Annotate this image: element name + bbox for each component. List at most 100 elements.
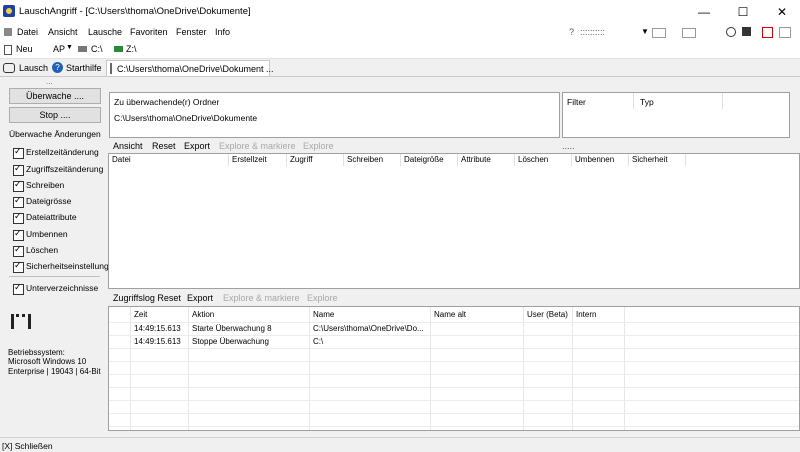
column-header[interactable]: Name alt	[431, 309, 523, 321]
menu-info[interactable]: Info	[215, 27, 230, 37]
checkbox-subfolders[interactable]	[13, 282, 24, 295]
grid-line	[523, 307, 524, 430]
tab-path-label: C:\Users\thoma\OneDrive\Dokument ...	[117, 63, 274, 74]
column-header[interactable]: Attribute	[458, 154, 515, 166]
grid-line	[572, 307, 573, 430]
column-header[interactable]: Name	[310, 309, 430, 321]
new-button[interactable]: Neu	[16, 44, 33, 54]
status-bar: [X] Schließen	[0, 437, 800, 452]
checkbox-erstellzeit[interactable]	[13, 146, 24, 159]
filter-panel: Filter Typ	[562, 92, 790, 138]
toolbar-dots: .....	[562, 141, 575, 151]
checkbox-zugriffszeit[interactable]	[13, 163, 24, 176]
checkbox-umbennen[interactable]	[13, 228, 24, 241]
checkbox-label: Sicherheitseinstellung	[26, 261, 109, 271]
menu-favoriten[interactable]: Favoriten	[130, 27, 168, 37]
grid-line	[109, 413, 799, 414]
indicator-icon	[11, 314, 31, 329]
tab-lausch[interactable]: Lausch	[3, 60, 48, 75]
watch-changes-label: Überwache Änderungen	[9, 129, 101, 139]
grid-line	[109, 374, 799, 375]
checkbox-label: Zugriffszeitänderung	[26, 164, 104, 174]
column-header[interactable]: Löschen	[515, 154, 572, 166]
divider	[722, 93, 723, 109]
checkbox-label: Dateigrösse	[26, 196, 72, 206]
tab-starthilfe[interactable]: ? Starthilfe	[52, 60, 102, 75]
menu-ansicht[interactable]: Ansicht	[48, 27, 78, 37]
view-button[interactable]: Ansicht	[113, 141, 143, 151]
ap-dropdown[interactable]: AP	[53, 44, 65, 54]
monitor-icon[interactable]	[779, 27, 791, 38]
minimize-button[interactable]: —	[690, 0, 718, 24]
save-icon[interactable]	[742, 27, 751, 36]
explore-mark-button[interactable]: Explore & markiere	[219, 141, 296, 151]
tab-path[interactable]: C:\Users\thoma\OneDrive\Dokument ...	[106, 60, 274, 76]
log-action-cell: Starte Überwachung 8	[192, 324, 272, 333]
checkbox-label: Erstellzeitänderung	[26, 147, 99, 157]
window-tile-icon[interactable]	[652, 28, 666, 38]
checkbox-label: Umbennen	[26, 229, 68, 239]
watch-button[interactable]: Überwache ....	[9, 88, 101, 104]
column-header[interactable]: User (Beta)	[524, 309, 572, 321]
os-edition: Enterprise | 19043 | 64-Bit	[8, 367, 101, 376]
column-header[interactable]: Schreiben	[344, 154, 401, 166]
column-header[interactable]: Zeit	[131, 309, 188, 321]
column-header[interactable]: Sicherheit	[629, 154, 686, 166]
drive-z-button[interactable]: Z:\	[126, 44, 137, 54]
maximize-button[interactable]: ☐	[729, 0, 757, 24]
divider	[9, 276, 100, 277]
grid-line	[109, 426, 799, 427]
menu-fenster[interactable]: Fenster	[176, 27, 207, 37]
chevron-down-icon[interactable]: ▼	[641, 27, 649, 36]
grid-line	[430, 307, 431, 430]
log-explore-button[interactable]: Explore	[307, 293, 338, 303]
grid-line	[109, 387, 799, 388]
mdi-doc-icon	[4, 28, 12, 36]
grid-line	[624, 307, 625, 430]
checkbox-schreiben[interactable]	[13, 179, 24, 192]
stop-button[interactable]: Stop ....	[9, 107, 101, 123]
lausch-icon	[3, 62, 15, 73]
column-header[interactable]: Aktion	[189, 309, 309, 321]
column-header[interactable]: Dateigröße	[401, 154, 458, 166]
menu-datei[interactable]: Datei	[17, 27, 38, 37]
column-header[interactable]: Umbennen	[572, 154, 629, 166]
export-button[interactable]: Export	[184, 141, 210, 151]
log-export-button[interactable]: Export	[187, 293, 213, 303]
close-status-button[interactable]: [X] Schließen	[2, 441, 53, 451]
checkbox-loeschen[interactable]	[13, 244, 24, 257]
document-icon	[110, 63, 112, 74]
grid-line	[109, 400, 799, 401]
left-panel: ... Überwache .... Stop .... Überwache Ä…	[0, 77, 109, 437]
checkbox-dateiattribute[interactable]	[13, 211, 24, 224]
column-header[interactable]: Zugriff	[287, 154, 344, 166]
watched-folder-path[interactable]: C:\Users\thoma\OneDrive\Dokumente	[114, 113, 257, 123]
log-reset-button[interactable]: Zugriffslog Reset	[113, 293, 181, 303]
close-button[interactable]: ✕	[768, 0, 796, 24]
checkbox-sicherheit[interactable]	[13, 260, 24, 273]
explore-button[interactable]: Explore	[303, 141, 334, 151]
drive-c-button[interactable]: C:\	[91, 44, 103, 54]
column-header[interactable]: Datei	[109, 154, 229, 166]
tab-bar: Lausch ? Starthilfe C:\Users\thoma\OneDr…	[0, 59, 800, 77]
checkbox-dateigroesse[interactable]	[13, 195, 24, 208]
column-header[interactable]: Erstellzeit	[229, 154, 287, 166]
search-icon[interactable]	[726, 27, 736, 37]
reset-button[interactable]: Reset	[152, 141, 176, 151]
column-header[interactable]: Intern	[573, 309, 623, 321]
files-table: Datei Erstellzeit Zugriff Schreiben Date…	[108, 153, 800, 289]
window-cascade-icon[interactable]	[682, 28, 696, 38]
title-bar: LauschAngriff - [C:\Users\thoma\OneDrive…	[0, 0, 800, 24]
os-label: Betriebssystem:	[8, 348, 65, 357]
watched-folder-header: Zu überwachende(r) Ordner	[114, 97, 220, 107]
new-document-icon	[4, 45, 12, 55]
log-toolbar: Zugriffslog Reset Export Explore & marki…	[113, 293, 793, 305]
delete-icon[interactable]	[762, 27, 773, 38]
log-explore-mark-button[interactable]: Explore & markiere	[223, 293, 300, 303]
divider	[633, 93, 634, 109]
menu-lausche[interactable]: Lausche	[88, 27, 122, 37]
window-title: LauschAngriff - [C:\Users\thoma\OneDrive…	[19, 6, 251, 17]
help-icon[interactable]: ?	[569, 27, 574, 37]
ap-chevron-down-icon[interactable]: ▼	[66, 44, 73, 51]
watched-folder-panel: Zu überwachende(r) Ordner C:\Users\thoma…	[109, 92, 560, 138]
